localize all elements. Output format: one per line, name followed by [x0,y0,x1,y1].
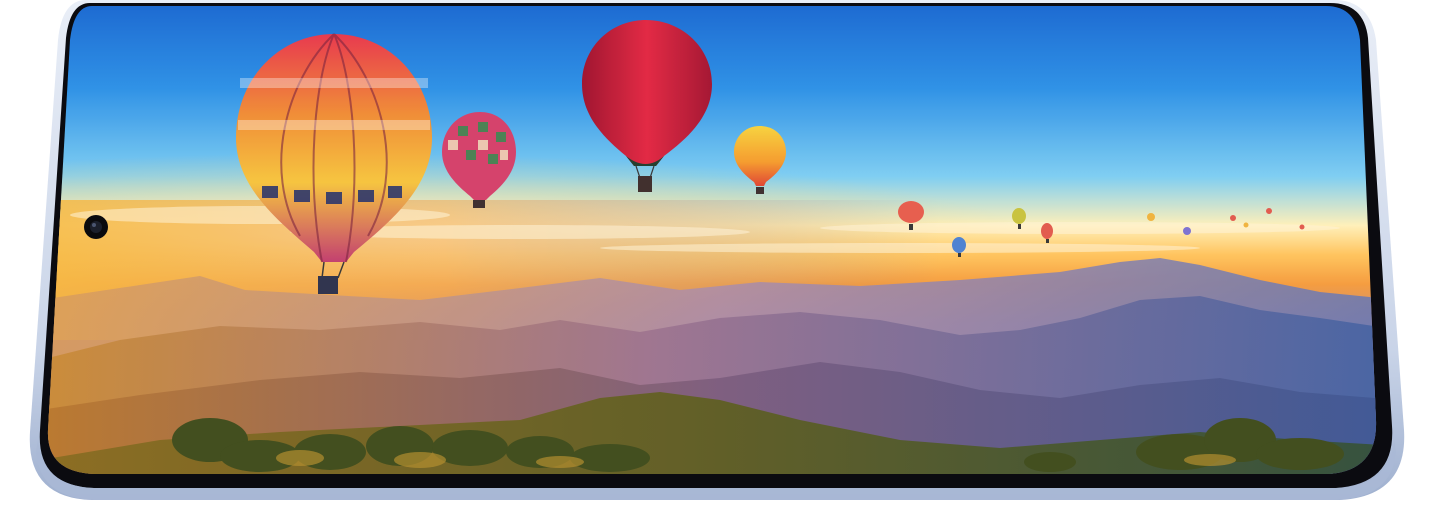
phone-illustration [29,0,1405,500]
screen-display [47,6,1377,474]
phone-scene [0,0,1440,506]
front-camera-icon [84,215,108,239]
